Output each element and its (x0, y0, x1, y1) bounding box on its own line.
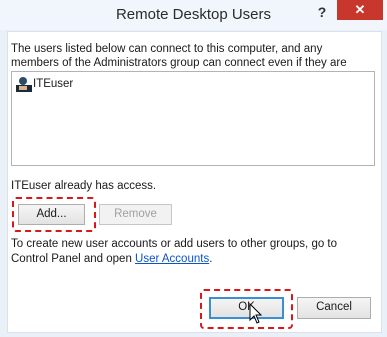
users-listbox[interactable]: ITEuser (11, 71, 375, 166)
help-button[interactable]: ? (312, 3, 332, 23)
access-status: ITEuser already has access. (11, 180, 157, 192)
user-name: ITEuser (33, 78, 74, 90)
user-icon (16, 77, 32, 92)
ok-button[interactable]: OK (209, 297, 284, 319)
mouse-cursor-icon (249, 303, 263, 324)
info-suffix: . (209, 253, 213, 265)
info-text: To create new user accounts or add users… (11, 237, 371, 267)
list-item[interactable]: ITEuser (16, 76, 73, 92)
add-button[interactable]: Add... (18, 204, 85, 225)
user-accounts-link[interactable]: User Accounts (135, 253, 209, 265)
title-bar: Remote Desktop Users ? ✕ (0, 0, 387, 30)
remove-button[interactable]: Remove (99, 204, 172, 225)
close-button[interactable]: ✕ (337, 0, 383, 20)
cancel-button[interactable]: Cancel (297, 297, 371, 319)
